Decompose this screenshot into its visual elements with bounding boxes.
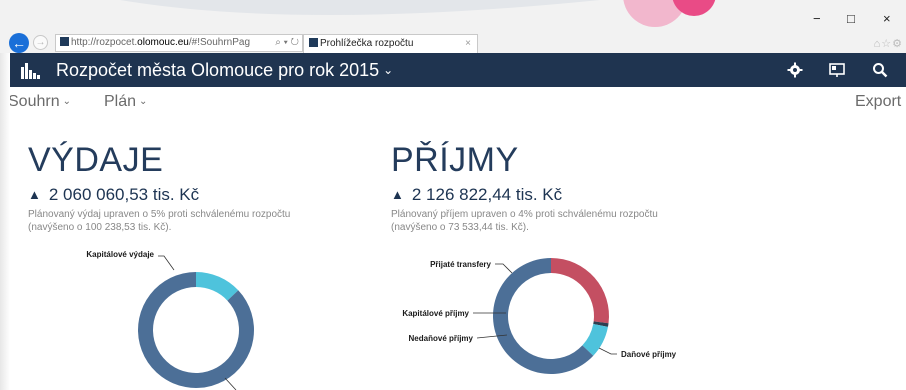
nav-plan-label: Plán [104,93,137,110]
expenses-section: VÝDAJE ▲ 2 060 060,53 tis. Kč Plánovaný v… [28,140,368,234]
revenues-amount: ▲ 2 126 822,44 tis. Kč [391,185,731,205]
revenues-slice-1[interactable] [551,258,609,324]
browser-toolbar-icons[interactable]: ⌂☆⚙ [874,37,903,50]
sub-navigation: Souhrn ⌄ Plán ⌄ Export [0,87,906,117]
back-button[interactable]: ← [9,33,29,53]
expenses-note-line1: Plánovaný výdaj upraven o 5% proti schvá… [28,209,291,220]
budget-logo-icon [21,63,40,79]
expenses-amount-value: 2 060 060,53 tis. Kč [48,185,200,204]
revenues-donut-chart: Přijaté transfery Kapitálové příjmy Neda… [402,258,677,374]
search-icon[interactable] [871,61,889,79]
site-favicon-icon [60,37,69,46]
left-edge-shadow [0,53,10,390]
revenues-note: Plánovaný příjem upraven o 4% proti schv… [391,208,731,234]
expenses-note: Plánovaný výdaj upraven o 5% proti schvá… [28,208,368,234]
label-kapitalove-prijmy: Kapitálové příjmy [402,309,469,318]
label-prijate-transfery: Přijaté transfery [430,260,491,269]
nav-souhrn-label: Souhrn [8,93,60,110]
tab-close-button[interactable]: × [465,35,471,52]
triangle-up-icon: ▲ [28,187,41,202]
revenues-amount-value: 2 126 822,44 tis. Kč [411,185,563,204]
presentation-icon[interactable] [828,61,846,79]
callout-line-kapitalove-vydaje [158,255,175,271]
address-prefix: http://rozpocet. [71,37,138,48]
callout-line-prijate-transfery [495,263,513,274]
app-header: Rozpočet města Olomouce pro rok 2015 ⌄ [0,53,906,87]
export-link[interactable]: Export [855,93,901,111]
label-danove-prijmy: Daňové příjmy [621,350,677,359]
chevron-down-icon: ⌄ [139,96,148,107]
address-suffix: /#!SouhrnPag [188,37,251,48]
arrow-right-icon: → [35,37,46,48]
gear-icon[interactable] [786,61,804,79]
browser-chrome: − □ × ← → http://rozpocet.olomouc.eu/#!S… [0,0,906,53]
tab-favicon-icon [309,38,318,47]
chevron-down-icon: ⌄ [62,96,71,107]
window-close-button[interactable]: × [883,12,891,26]
revenues-section: PŘÍJMY ▲ 2 126 822,44 tis. Kč Plánovaný p… [391,140,731,234]
chevron-down-icon: ⌄ [383,63,394,77]
browser-tab[interactable]: Prohlížečka rozpočtu × [303,34,478,53]
callout-line-offscreen [224,377,237,390]
nav-souhrn[interactable]: Souhrn ⌄ [8,93,71,111]
nav-plan[interactable]: Plán ⌄ [104,93,147,111]
expenses-title: VÝDAJE [28,141,164,179]
revenues-note-line2: (navýšeno o 73 533,44 tis. Kč). [391,222,529,233]
expenses-donut-chart: Kapitálové výdaje [86,250,254,390]
expenses-amount: ▲ 2 060 060,53 tis. Kč [28,185,368,205]
arrow-left-icon: ← [12,35,26,51]
app-title-text: Rozpočet města Olomouce pro rok 2015 [56,60,380,80]
tab-title: Prohlížečka rozpočtu [320,38,414,49]
revenues-title: PŘÍJMY [391,141,519,179]
triangle-up-icon: ▲ [391,187,404,202]
address-bar[interactable]: http://rozpocet.olomouc.eu/#!SouhrnPag ⌕… [55,34,303,52]
expenses-note-line2: (navýšeno o 100 238,53 tis. Kč). [28,222,172,233]
callout-line-danove-prijmy [598,347,617,355]
address-tools[interactable]: ⌕ ▾ ↻ [275,35,299,51]
window-maximize-button[interactable]: □ [847,12,855,26]
window-minimize-button[interactable]: − [813,12,821,26]
label-nedanove-prijmy: Nedaňové příjmy [409,334,474,343]
revenues-note-line1: Plánovaný příjem upraven o 4% proti schv… [391,209,658,220]
label-kapitalove-vydaje: Kapitálové výdaje [86,250,154,259]
address-host: olomouc.eu [137,37,189,48]
forward-button[interactable]: → [33,35,48,50]
app-title[interactable]: Rozpočet města Olomouce pro rok 2015 ⌄ [56,58,393,82]
